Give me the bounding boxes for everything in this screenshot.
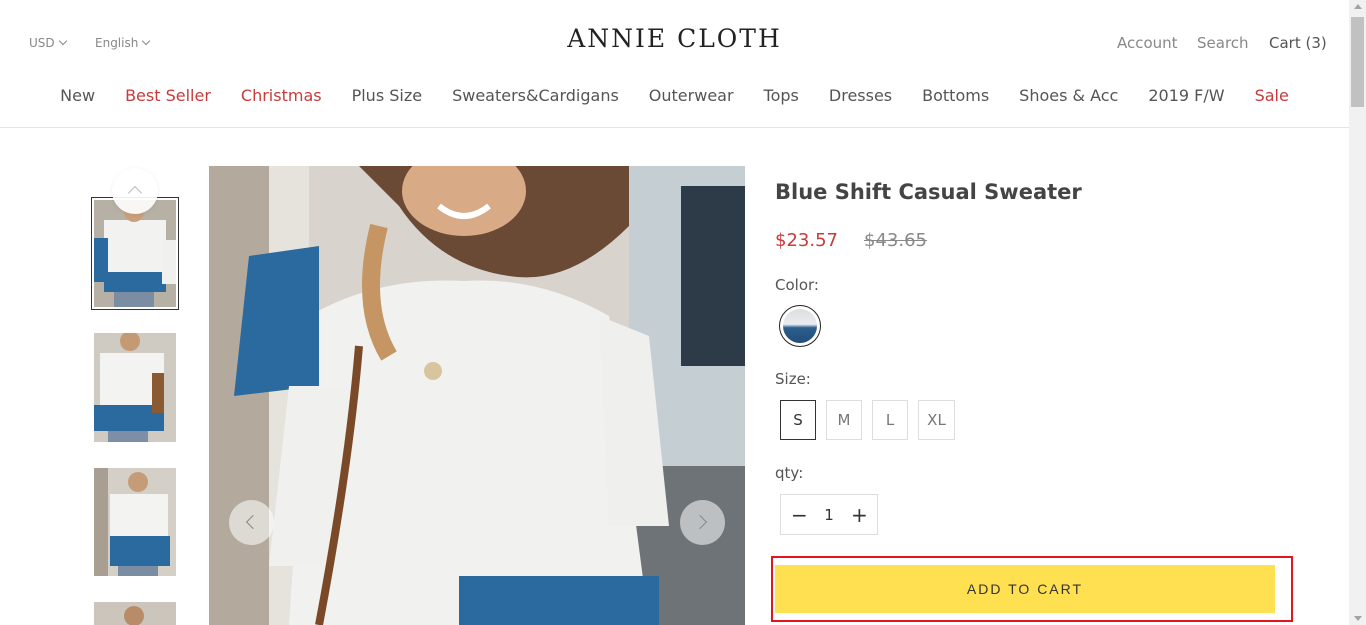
quantity-stepper: − 1 + [780,494,878,535]
nav-item-christmas[interactable]: Christmas [241,86,322,105]
nav-item-2019-fw[interactable]: 2019 F/W [1148,86,1224,105]
site-logo[interactable]: ANNIE CLOTH [567,24,782,53]
size-option-xl[interactable]: XL [918,400,955,440]
site-header: USD English ANNIE CLOTH Account Search C… [0,0,1349,128]
size-option-s[interactable]: S [780,400,816,440]
nav-item-best-seller[interactable]: Best Seller [125,86,211,105]
nav-item-outerwear[interactable]: Outerwear [649,86,734,105]
nav-item-sweaters-cardigans[interactable]: Sweaters&Cardigans [452,86,619,105]
color-label: Color: [775,276,819,294]
language-label: English [95,36,139,50]
currency-label: USD [29,36,55,50]
quantity-value[interactable]: 1 [824,506,834,524]
nav-item-dresses[interactable]: Dresses [829,86,892,105]
color-swatch[interactable] [779,305,821,347]
thumbnail-4[interactable] [94,602,176,625]
main-nav: New Best Seller Christmas Plus Size Swea… [0,86,1349,105]
thumbnail-2[interactable] [94,333,176,442]
thumbnail-3[interactable] [94,468,176,576]
chevron-down-icon [58,36,67,46]
search-link[interactable]: Search [1197,34,1249,52]
qty-label: qty: [775,464,804,482]
chevron-down-icon [142,36,151,46]
color-swatch-image [783,309,817,343]
scroll-up-icon[interactable] [1354,4,1362,9]
page-scrollbar[interactable] [1349,0,1366,625]
size-label: Size: [775,370,811,388]
thumbnail-photo [94,333,176,442]
next-image-button[interactable] [680,500,725,545]
nav-item-plus-size[interactable]: Plus Size [352,86,423,105]
original-price: $43.65 [864,230,927,251]
language-selector[interactable]: English [95,36,151,50]
scroll-down-icon[interactable] [1354,616,1362,621]
add-to-cart-button[interactable]: ADD TO CART [775,565,1275,613]
plus-icon[interactable]: + [851,505,868,525]
nav-item-bottoms[interactable]: Bottoms [922,86,989,105]
product-main-image [209,166,745,625]
thumbnails-up-button[interactable] [112,168,158,214]
minus-icon[interactable]: − [791,505,808,525]
sale-price: $23.57 [775,230,838,251]
cart-link[interactable]: Cart (3) [1269,34,1327,52]
nav-item-sale[interactable]: Sale [1255,86,1289,105]
product-photo [209,166,745,625]
previous-image-button[interactable] [229,500,274,545]
thumbnail-photo [94,468,176,576]
nav-item-shoes-acc[interactable]: Shoes & Acc [1019,86,1118,105]
scrollbar-thumb[interactable] [1351,17,1364,107]
nav-item-tops[interactable]: Tops [764,86,799,105]
currency-selector[interactable]: USD [29,36,67,50]
thumbnail-image [94,200,176,307]
account-link[interactable]: Account [1117,34,1178,52]
size-option-l[interactable]: L [872,400,908,440]
thumbnail-photo [94,200,176,307]
nav-item-new[interactable]: New [60,86,95,105]
thumbnail-photo [94,602,176,625]
product-title: Blue Shift Casual Sweater [775,180,1082,204]
size-option-m[interactable]: M [826,400,862,440]
